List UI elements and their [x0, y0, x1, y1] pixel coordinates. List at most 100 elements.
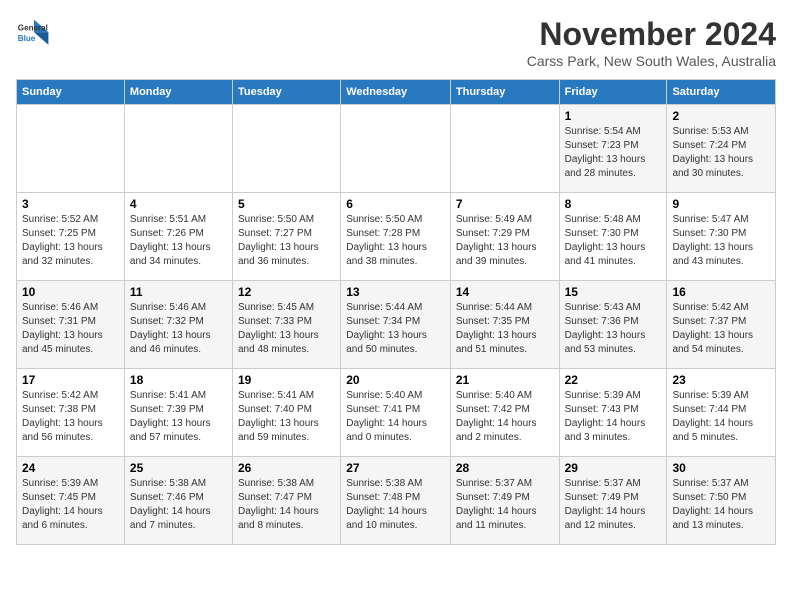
calendar-cell: 29Sunrise: 5:37 AM Sunset: 7:49 PM Dayli…: [559, 457, 667, 545]
calendar-cell: 4 Sunrise: 5:51 AM Sunset: 7:26 PM Daylig…: [124, 193, 232, 281]
calendar-cell: 20Sunrise: 5:40 AM Sunset: 7:41 PM Dayli…: [341, 369, 451, 457]
calendar-cell: [17, 105, 125, 193]
calendar-cell: 26 Sunrise: 5:38 AM Sunset: 7:47 PM Dayli…: [232, 457, 340, 545]
day-info: Sunrise: 5:47 AM Sunset: 7:30 PM Dayligh…: [672, 213, 770, 269]
calendar-table: SundayMondayTuesdayWednesdayThursdayFrid…: [16, 79, 776, 545]
svg-text:General: General: [18, 23, 48, 32]
calendar-cell: 17 Sunrise: 5:42 AM Sunset: 7:38 PM Dayli…: [17, 369, 125, 457]
calendar-cell: [124, 105, 232, 193]
calendar-cell: 3 Sunrise: 5:52 AM Sunset: 7:25 PM Daylig…: [17, 193, 125, 281]
day-number: 6: [346, 197, 445, 211]
calendar-cell: [232, 105, 340, 193]
calendar-cell: 28 Sunrise: 5:37 AM Sunset: 7:49 PM Dayli…: [450, 457, 559, 545]
day-info: Sunrise: 5:39 AM Sunset: 7:43 PM Dayligh…: [565, 389, 662, 445]
day-info: Sunrise: 5:42 AM Sunset: 7:37 PM Dayligh…: [672, 301, 770, 357]
weekday-header-saturday: Saturday: [667, 80, 776, 105]
day-info: Sunrise: 5:50 AM Sunset: 7:27 PM Dayligh…: [238, 213, 335, 269]
week-row-3: 10 Sunrise: 5:46 AM Sunset: 7:31 PM Dayli…: [17, 281, 776, 369]
day-number: 14: [456, 285, 554, 299]
day-info: Sunrise: 5:45 AM Sunset: 7:33 PM Dayligh…: [238, 301, 335, 357]
calendar-cell: 21 Sunrise: 5:40 AM Sunset: 7:42 PM Dayli…: [450, 369, 559, 457]
weekday-header-wednesday: Wednesday: [341, 80, 451, 105]
logo-icon: General Blue: [16, 16, 52, 52]
logo: General Blue: [16, 16, 52, 52]
day-number: 24: [22, 461, 119, 475]
weekday-header-row: SundayMondayTuesdayWednesdayThursdayFrid…: [17, 80, 776, 105]
day-number: 5: [238, 197, 335, 211]
page-header: General Blue November 2024 Carss Park, N…: [16, 16, 776, 69]
day-info: Sunrise: 5:52 AM Sunset: 7:25 PM Dayligh…: [22, 213, 119, 269]
day-info: Sunrise: 5:46 AM Sunset: 7:31 PM Dayligh…: [22, 301, 119, 357]
day-info: Sunrise: 5:37 AM Sunset: 7:49 PM Dayligh…: [456, 477, 554, 533]
day-number: 13: [346, 285, 445, 299]
day-number: 8: [565, 197, 662, 211]
day-number: 17: [22, 373, 119, 387]
calendar-cell: 5 Sunrise: 5:50 AM Sunset: 7:27 PM Daylig…: [232, 193, 340, 281]
day-info: Sunrise: 5:53 AM Sunset: 7:24 PM Dayligh…: [672, 125, 770, 181]
calendar-cell: 24 Sunrise: 5:39 AM Sunset: 7:45 PM Dayli…: [17, 457, 125, 545]
weekday-header-friday: Friday: [559, 80, 667, 105]
day-info: Sunrise: 5:41 AM Sunset: 7:39 PM Dayligh…: [130, 389, 227, 445]
calendar-cell: 2 Sunrise: 5:53 AM Sunset: 7:24 PM Daylig…: [667, 105, 776, 193]
day-number: 27: [346, 461, 445, 475]
weekday-header-monday: Monday: [124, 80, 232, 105]
day-info: Sunrise: 5:38 AM Sunset: 7:47 PM Dayligh…: [238, 477, 335, 533]
day-number: 25: [130, 461, 227, 475]
calendar-cell: 8 Sunrise: 5:48 AM Sunset: 7:30 PM Daylig…: [559, 193, 667, 281]
calendar-cell: 12 Sunrise: 5:45 AM Sunset: 7:33 PM Dayli…: [232, 281, 340, 369]
calendar-cell: 22 Sunrise: 5:39 AM Sunset: 7:43 PM Dayli…: [559, 369, 667, 457]
calendar-cell: [450, 105, 559, 193]
calendar-cell: [341, 105, 451, 193]
weekday-header-tuesday: Tuesday: [232, 80, 340, 105]
day-number: 26: [238, 461, 335, 475]
svg-text:Blue: Blue: [18, 34, 36, 43]
day-info: Sunrise: 5:44 AM Sunset: 7:34 PM Dayligh…: [346, 301, 445, 357]
day-info: Sunrise: 5:38 AM Sunset: 7:48 PM Dayligh…: [346, 477, 445, 533]
day-number: 28: [456, 461, 554, 475]
day-number: 15: [565, 285, 662, 299]
calendar-cell: 7Sunrise: 5:49 AM Sunset: 7:29 PM Daylig…: [450, 193, 559, 281]
calendar-cell: 27 Sunrise: 5:38 AM Sunset: 7:48 PM Dayli…: [341, 457, 451, 545]
title-block: November 2024 Carss Park, New South Wale…: [527, 16, 776, 69]
day-number: 1: [565, 109, 662, 123]
calendar-cell: 1 Sunrise: 5:54 AM Sunset: 7:23 PM Daylig…: [559, 105, 667, 193]
day-number: 22: [565, 373, 662, 387]
day-info: Sunrise: 5:40 AM Sunset: 7:42 PM Dayligh…: [456, 389, 554, 445]
day-number: 2: [672, 109, 770, 123]
weekday-header-sunday: Sunday: [17, 80, 125, 105]
day-number: 19: [238, 373, 335, 387]
calendar-cell: 23Sunrise: 5:39 AM Sunset: 7:44 PM Dayli…: [667, 369, 776, 457]
day-number: 23: [672, 373, 770, 387]
day-info: Sunrise: 5:42 AM Sunset: 7:38 PM Dayligh…: [22, 389, 119, 445]
day-number: 11: [130, 285, 227, 299]
day-number: 18: [130, 373, 227, 387]
calendar-cell: 30Sunrise: 5:37 AM Sunset: 7:50 PM Dayli…: [667, 457, 776, 545]
day-info: Sunrise: 5:39 AM Sunset: 7:45 PM Dayligh…: [22, 477, 119, 533]
calendar-cell: 15Sunrise: 5:43 AM Sunset: 7:36 PM Dayli…: [559, 281, 667, 369]
week-row-1: 1 Sunrise: 5:54 AM Sunset: 7:23 PM Daylig…: [17, 105, 776, 193]
calendar-cell: 16 Sunrise: 5:42 AM Sunset: 7:37 PM Dayli…: [667, 281, 776, 369]
day-number: 4: [130, 197, 227, 211]
calendar-cell: 19Sunrise: 5:41 AM Sunset: 7:40 PM Dayli…: [232, 369, 340, 457]
calendar-cell: 18 Sunrise: 5:41 AM Sunset: 7:39 PM Dayli…: [124, 369, 232, 457]
day-number: 16: [672, 285, 770, 299]
day-info: Sunrise: 5:51 AM Sunset: 7:26 PM Dayligh…: [130, 213, 227, 269]
day-info: Sunrise: 5:37 AM Sunset: 7:50 PM Dayligh…: [672, 477, 770, 533]
subtitle: Carss Park, New South Wales, Australia: [527, 53, 776, 69]
calendar-cell: 9Sunrise: 5:47 AM Sunset: 7:30 PM Daylig…: [667, 193, 776, 281]
week-row-2: 3 Sunrise: 5:52 AM Sunset: 7:25 PM Daylig…: [17, 193, 776, 281]
weekday-header-thursday: Thursday: [450, 80, 559, 105]
day-number: 10: [22, 285, 119, 299]
day-number: 21: [456, 373, 554, 387]
day-info: Sunrise: 5:44 AM Sunset: 7:35 PM Dayligh…: [456, 301, 554, 357]
day-number: 29: [565, 461, 662, 475]
day-number: 3: [22, 197, 119, 211]
day-number: 12: [238, 285, 335, 299]
month-title: November 2024: [527, 16, 776, 53]
day-info: Sunrise: 5:48 AM Sunset: 7:30 PM Dayligh…: [565, 213, 662, 269]
calendar-cell: 25 Sunrise: 5:38 AM Sunset: 7:46 PM Dayli…: [124, 457, 232, 545]
week-row-4: 17 Sunrise: 5:42 AM Sunset: 7:38 PM Dayli…: [17, 369, 776, 457]
day-number: 7: [456, 197, 554, 211]
day-info: Sunrise: 5:54 AM Sunset: 7:23 PM Dayligh…: [565, 125, 662, 181]
day-info: Sunrise: 5:38 AM Sunset: 7:46 PM Dayligh…: [130, 477, 227, 533]
